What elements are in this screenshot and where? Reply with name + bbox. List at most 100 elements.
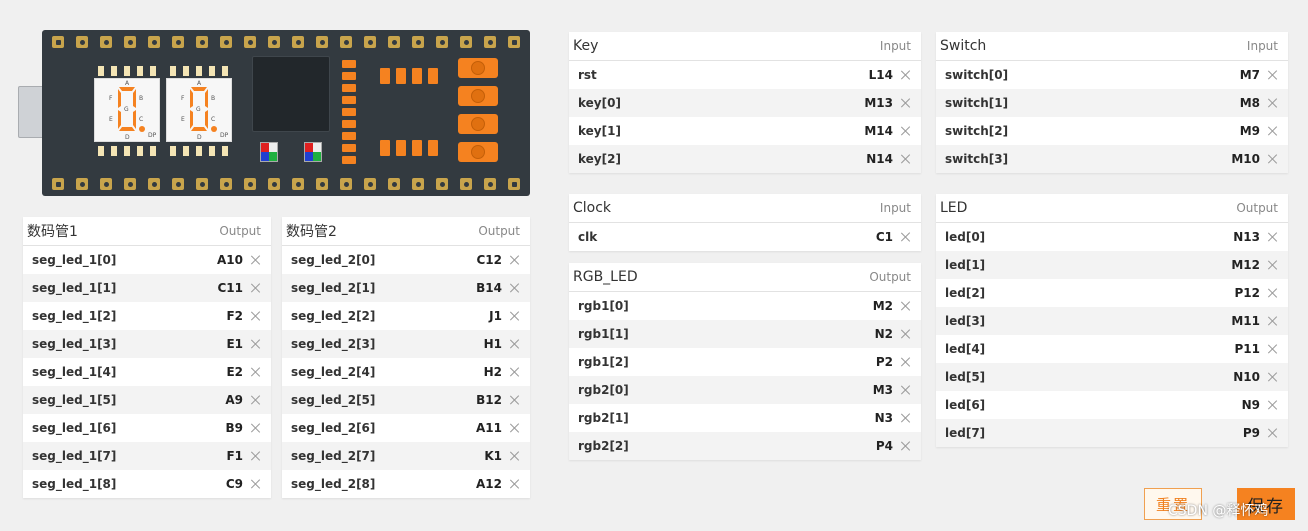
remove-icon[interactable] [1266, 426, 1280, 440]
signal-name: rgb1[1] [578, 327, 629, 341]
remove-icon[interactable] [508, 253, 522, 267]
remove-icon[interactable] [249, 449, 263, 463]
remove-icon[interactable] [249, 393, 263, 407]
remove-icon[interactable] [249, 281, 263, 295]
pin-assignment[interactable]: M11 [1231, 314, 1260, 328]
pin-assignment[interactable]: P4 [876, 439, 893, 453]
pin-assignment[interactable]: N10 [1233, 370, 1260, 384]
pin-assignment[interactable]: M3 [873, 383, 893, 397]
remove-icon[interactable] [1266, 342, 1280, 356]
remove-icon[interactable] [899, 299, 913, 313]
remove-icon[interactable] [1266, 286, 1280, 300]
remove-icon[interactable] [1266, 68, 1280, 82]
remove-icon[interactable] [1266, 152, 1280, 166]
remove-icon[interactable] [508, 477, 522, 491]
remove-icon[interactable] [508, 393, 522, 407]
pin-assignment[interactable]: M7 [1240, 68, 1260, 82]
signal-name: led[0] [945, 230, 986, 244]
signal-name: seg_led_2[7] [291, 449, 376, 463]
pin-assignment[interactable]: E1 [226, 337, 243, 351]
pin-assignment[interactable]: M13 [864, 96, 893, 110]
remove-icon[interactable] [1266, 398, 1280, 412]
remove-icon[interactable] [508, 421, 522, 435]
pin-assignment[interactable]: M2 [873, 299, 893, 313]
pin-assignment[interactable]: F2 [226, 309, 243, 323]
table-row: led[0] N13 [936, 223, 1288, 251]
pin-assignment[interactable]: P11 [1235, 342, 1261, 356]
remove-icon[interactable] [249, 253, 263, 267]
pin-assignment[interactable]: A9 [225, 393, 243, 407]
pin-assignment[interactable]: P9 [1243, 426, 1260, 440]
pin-assignment[interactable]: M10 [1231, 152, 1260, 166]
header-pin [364, 178, 376, 190]
remove-icon[interactable] [899, 355, 913, 369]
remove-icon[interactable] [1266, 314, 1280, 328]
signal-name: led[5] [945, 370, 986, 384]
remove-icon[interactable] [508, 449, 522, 463]
pin-assignment[interactable]: B14 [476, 281, 502, 295]
signal-name: seg_led_2[2] [291, 309, 376, 323]
remove-icon[interactable] [249, 477, 263, 491]
remove-icon[interactable] [249, 337, 263, 351]
remove-icon[interactable] [249, 309, 263, 323]
pin-assignment[interactable]: C9 [226, 477, 243, 491]
pin-assignment[interactable]: N9 [1242, 398, 1260, 412]
pin-assignment[interactable]: H1 [484, 337, 502, 351]
pin-assignment[interactable]: N2 [875, 327, 893, 341]
pin-assignment[interactable]: A10 [217, 253, 243, 267]
remove-icon[interactable] [899, 68, 913, 82]
pin-assignment[interactable]: B12 [476, 393, 502, 407]
pin-assignment[interactable]: K1 [484, 449, 502, 463]
remove-icon[interactable] [899, 439, 913, 453]
remove-icon[interactable] [508, 365, 522, 379]
table-body: rst L14 key[0] M13 key[1] M14 key[2] N14 [569, 61, 921, 173]
pin-assignment[interactable]: J1 [489, 309, 502, 323]
pin-assignment[interactable]: B9 [226, 421, 244, 435]
pin-assignment[interactable]: N3 [875, 411, 893, 425]
header-pin [76, 178, 88, 190]
seg-letter-c: C [211, 116, 215, 123]
remove-icon[interactable] [508, 281, 522, 295]
remove-icon[interactable] [899, 327, 913, 341]
remove-icon[interactable] [899, 124, 913, 138]
pin-assignment[interactable]: L14 [869, 68, 893, 82]
pin-assignment[interactable]: N13 [1233, 230, 1260, 244]
remove-icon[interactable] [899, 96, 913, 110]
pin-assignment[interactable]: M12 [1231, 258, 1260, 272]
remove-icon[interactable] [899, 411, 913, 425]
table-direction: Output [478, 224, 520, 238]
remove-icon[interactable] [1266, 258, 1280, 272]
remove-icon[interactable] [899, 152, 913, 166]
pin-assignment[interactable]: A12 [476, 477, 502, 491]
seg-letter-c: C [139, 116, 143, 123]
remove-icon[interactable] [508, 309, 522, 323]
pin-assignment[interactable]: E2 [226, 365, 243, 379]
pin-assignment[interactable]: A11 [476, 421, 502, 435]
pin-assignment[interactable]: C11 [217, 281, 243, 295]
pin-assignment[interactable]: M8 [1240, 96, 1260, 110]
pin-assignment[interactable]: P2 [876, 355, 893, 369]
remove-icon[interactable] [1266, 230, 1280, 244]
pin-assignment[interactable]: C1 [876, 230, 893, 244]
signal-name: seg_led_1[1] [32, 281, 117, 295]
pin-assignment[interactable]: M14 [864, 124, 893, 138]
remove-icon[interactable] [899, 383, 913, 397]
pin-assignment[interactable]: H2 [484, 365, 502, 379]
remove-icon[interactable] [899, 230, 913, 244]
remove-icon[interactable] [249, 421, 263, 435]
pin-assignment[interactable]: F1 [226, 449, 243, 463]
seg-letter-e: E [109, 116, 113, 123]
pin-assignment[interactable]: N14 [866, 152, 893, 166]
seg-letter-e: E [181, 116, 185, 123]
pin-assignment[interactable]: C12 [476, 253, 502, 267]
remove-icon[interactable] [1266, 370, 1280, 384]
remove-icon[interactable] [1266, 124, 1280, 138]
pin-assignment[interactable]: P12 [1235, 286, 1261, 300]
table-row: seg_led_1[0] A10 [23, 246, 271, 274]
header-pin [340, 178, 352, 190]
seg-letter-g: G [124, 106, 129, 113]
remove-icon[interactable] [508, 337, 522, 351]
remove-icon[interactable] [249, 365, 263, 379]
pin-assignment[interactable]: M9 [1240, 124, 1260, 138]
remove-icon[interactable] [1266, 96, 1280, 110]
